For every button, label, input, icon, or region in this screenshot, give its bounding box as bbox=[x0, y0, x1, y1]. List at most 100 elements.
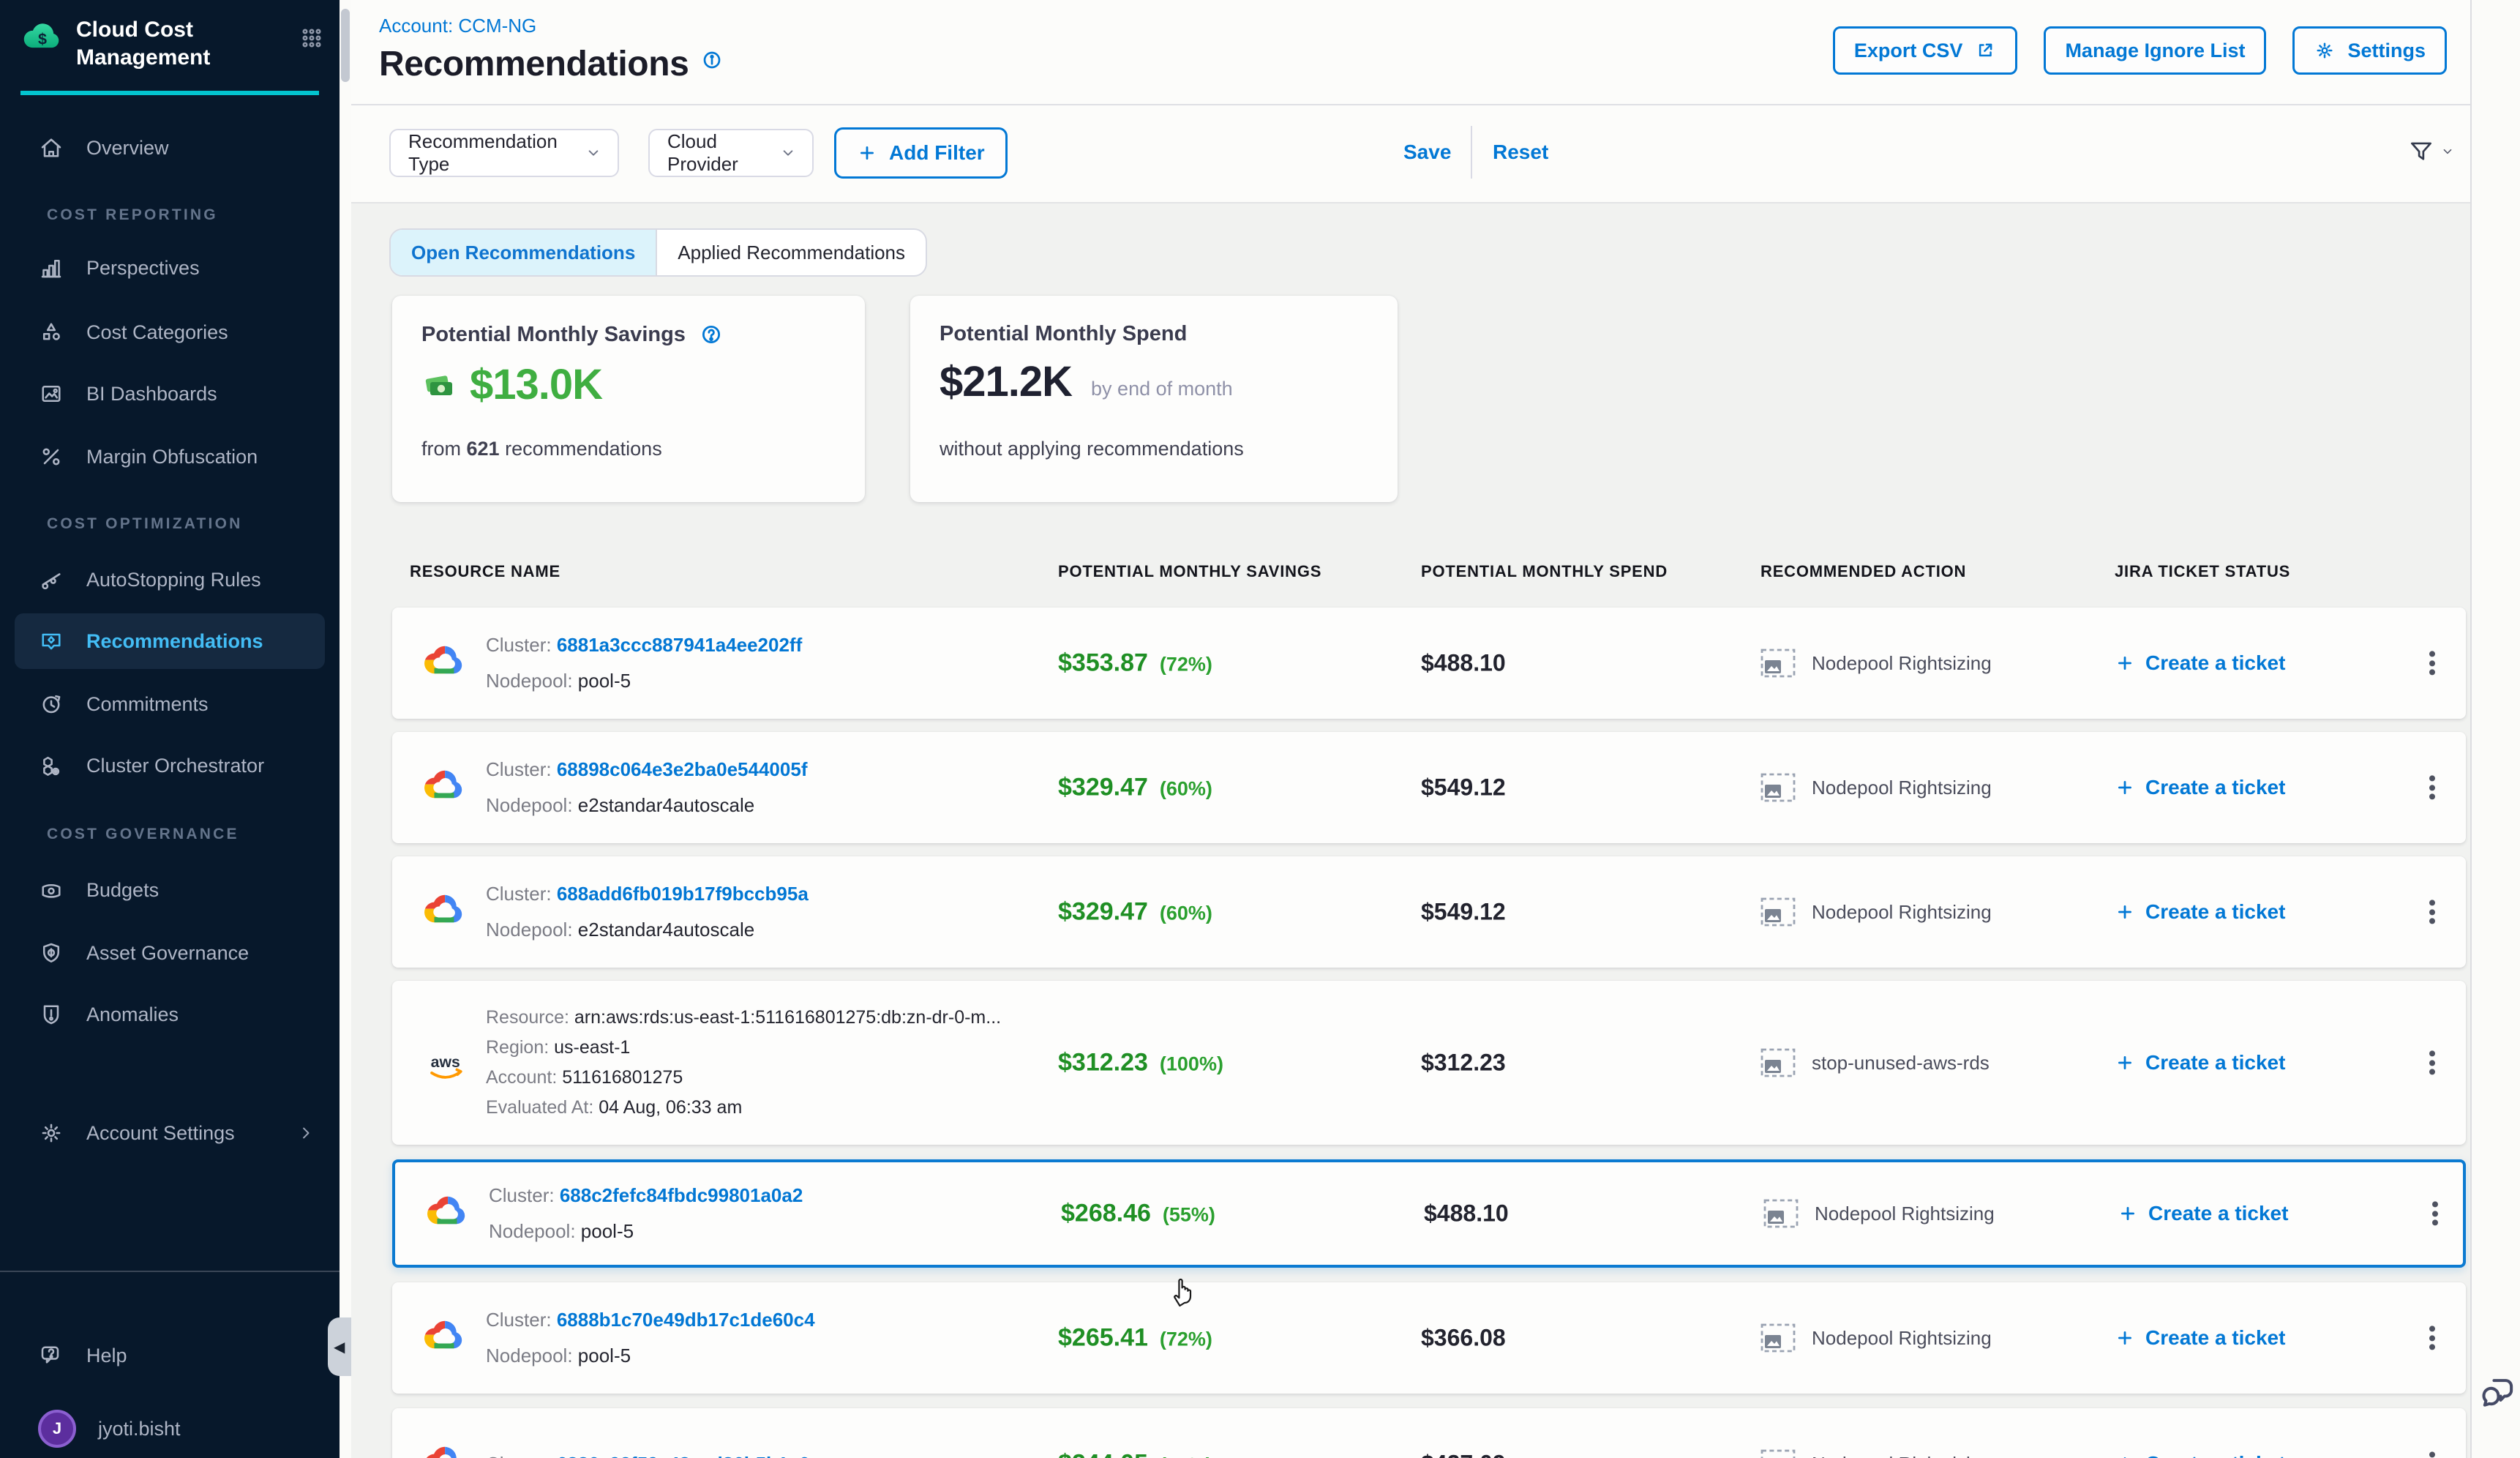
cloud-provider-dropdown[interactable]: Cloud Provider bbox=[648, 129, 814, 177]
resource-name-cell: Cluster: 688c2fefc84fbdc99801a0a2Nodepoo… bbox=[489, 1162, 803, 1265]
cluster-link[interactable]: 688c2fefc84fbdc99801a0a2 bbox=[560, 1184, 803, 1206]
create-ticket-link[interactable]: Create a ticket bbox=[2115, 1452, 2285, 1458]
save-filter-link[interactable]: Save bbox=[1403, 141, 1451, 164]
resource-name-cell: Cluster: 6881a3ccc887941a4ee202ff Nodepoo… bbox=[486, 608, 802, 719]
sidebar-item-asset-governance[interactable]: Asset Governance bbox=[15, 925, 325, 981]
potential-monthly-savings-card: Potential Monthly Savings $13.0K from 62… bbox=[392, 296, 865, 502]
cluster-link[interactable]: 6886e92f59a48cad86b5b1c6 bbox=[557, 1453, 810, 1458]
page-title: Recommendations bbox=[379, 44, 689, 84]
sidebar-item-commitments[interactable]: Commitments bbox=[15, 676, 325, 732]
chevron-down-icon bbox=[2435, 143, 2456, 160]
recommendation-row[interactable]: awsResource: arn:aws:rds:us-east-1:51161… bbox=[392, 981, 2466, 1145]
sidebar-scrollbar[interactable] bbox=[341, 9, 350, 82]
reset-filter-link[interactable]: Reset bbox=[1493, 141, 1548, 164]
gear-icon bbox=[38, 1120, 64, 1146]
row-menu-kebab-icon[interactable] bbox=[2423, 1192, 2447, 1235]
app-window: $ Cloud Cost Management OverviewCOST REP… bbox=[0, 0, 2520, 1458]
sidebar-item-margin-obfuscation[interactable]: Margin Obfuscation bbox=[15, 429, 325, 485]
sidebar-item-budgets[interactable]: Budgets bbox=[15, 862, 325, 918]
tab-applied-recommendations[interactable]: Applied Recommendations bbox=[657, 230, 926, 275]
resource-line: Nodepool: pool-5 bbox=[486, 670, 802, 692]
resource-line: Resource: arn:aws:rds:us-east-1:51161680… bbox=[486, 1007, 1001, 1028]
recommended-action-cell: Nodepool Rightsizing bbox=[1760, 1449, 1992, 1458]
gear-icon bbox=[2314, 40, 2336, 61]
manage-ignore-list-button[interactable]: Manage Ignore List bbox=[2044, 26, 2266, 75]
cluster-link[interactable]: 6888b1c70e49db17c1de60c4 bbox=[557, 1309, 815, 1331]
gcp-logo-icon bbox=[424, 1317, 465, 1358]
row-menu-kebab-icon[interactable] bbox=[2420, 1316, 2444, 1359]
tab-open-recommendations[interactable]: Open Recommendations bbox=[391, 230, 657, 275]
row-menu-kebab-icon[interactable] bbox=[2420, 641, 2444, 684]
info-icon[interactable] bbox=[700, 48, 724, 72]
export-csv-button[interactable]: Export CSV bbox=[1833, 26, 2018, 75]
column-recommended-action: RECOMMENDED ACTION bbox=[1760, 562, 1966, 581]
sidebar-item-perspectives[interactable]: Perspectives bbox=[15, 240, 325, 296]
create-ticket-link[interactable]: Create a ticket bbox=[2115, 1051, 2285, 1074]
sidebar-item-help[interactable]: Help bbox=[15, 1328, 325, 1383]
create-ticket-link[interactable]: Create a ticket bbox=[2115, 900, 2285, 924]
perspectives-icon bbox=[38, 255, 64, 281]
column-jira-ticket-status: JIRA TICKET STATUS bbox=[2115, 562, 2290, 581]
resource-name-cell: Cluster: 6888b1c70e49db17c1de60c4Nodepoo… bbox=[486, 1282, 815, 1394]
create-ticket-link[interactable]: Create a ticket bbox=[2118, 1202, 2288, 1225]
row-menu-kebab-icon[interactable] bbox=[2420, 1041, 2444, 1084]
recommended-action-cell: Nodepool Rightsizing bbox=[1760, 1323, 1992, 1353]
sidebar-item-autostopping-rules[interactable]: AutoStopping Rules bbox=[15, 552, 325, 608]
recommendation-row[interactable]: Cluster: 688add6fb019b17f9bccb95aNodepoo… bbox=[392, 856, 2466, 968]
rightsizing-icon bbox=[1763, 1199, 1799, 1228]
spend-value: $21.2K bbox=[940, 357, 1072, 406]
sidebar-section-header: COST GOVERNANCE bbox=[47, 826, 239, 846]
sidebar-item-overview[interactable]: Overview bbox=[15, 120, 325, 176]
cluster-link[interactable]: 688add6fb019b17f9bccb95a bbox=[557, 883, 809, 905]
resource-line: Region: us-east-1 bbox=[486, 1037, 1001, 1058]
question-icon[interactable] bbox=[699, 322, 724, 347]
sidebar-item-recommendations[interactable]: Recommendations bbox=[15, 613, 325, 669]
potential-monthly-spend-value: $427.09 bbox=[1421, 1451, 1506, 1458]
sidebar-section-header: COST REPORTING bbox=[47, 206, 218, 227]
chevron-down-icon bbox=[572, 143, 603, 162]
resource-line: Cluster: 68898c064e3e2ba0e544005f bbox=[486, 758, 807, 781]
right-scroll-rail[interactable] bbox=[2470, 0, 2520, 1458]
potential-monthly-spend-value: $488.10 bbox=[1421, 650, 1506, 677]
breadcrumb-account-link[interactable]: Account: CCM-NG bbox=[379, 15, 536, 37]
sidebar-item-user[interactable]: J jyoti.bisht bbox=[15, 1401, 325, 1457]
create-ticket-link[interactable]: Create a ticket bbox=[2115, 776, 2285, 799]
recommendation-type-dropdown[interactable]: Recommendation Type bbox=[389, 129, 619, 177]
recommendation-row[interactable]: Cluster: 688c2fefc84fbdc99801a0a2Nodepoo… bbox=[392, 1159, 2466, 1268]
user-avatar: J bbox=[38, 1410, 76, 1448]
row-menu-kebab-icon[interactable] bbox=[2420, 890, 2444, 933]
module-grid-icon[interactable] bbox=[299, 25, 325, 51]
resource-name-cell: Resource: arn:aws:rds:us-east-1:51161680… bbox=[486, 981, 1001, 1145]
sidebar-item-cluster-orchestrator[interactable]: Cluster Orchestrator bbox=[15, 738, 325, 793]
gcp-logo-icon bbox=[424, 891, 465, 932]
settings-button[interactable]: Settings bbox=[2292, 26, 2447, 75]
create-ticket-link[interactable]: Create a ticket bbox=[2115, 651, 2285, 675]
header-divider bbox=[351, 104, 2470, 105]
recommendation-row[interactable]: Cluster: 68898c064e3e2ba0e544005f Nodepoo… bbox=[392, 732, 2466, 843]
sidebar-item-account-settings[interactable]: Account Settings bbox=[15, 1105, 325, 1161]
cluster-link[interactable]: 6881a3ccc887941a4ee202ff bbox=[557, 634, 802, 656]
resource-line: Cluster: 6881a3ccc887941a4ee202ff bbox=[486, 634, 802, 657]
potential-monthly-savings-value: $244.05(57%) bbox=[1058, 1450, 1212, 1458]
recommended-action-cell: Nodepool Rightsizing bbox=[1760, 773, 1992, 802]
add-filter-button[interactable]: Add Filter bbox=[834, 127, 1008, 179]
sidebar-item-cost-categories[interactable]: Cost Categories bbox=[15, 304, 325, 360]
create-ticket-link[interactable]: Create a ticket bbox=[2115, 1326, 2285, 1350]
cluster-link[interactable]: 68898c064e3e2ba0e544005f bbox=[557, 758, 808, 780]
filter-panel-toggle[interactable] bbox=[2407, 138, 2456, 165]
chevron-down-icon bbox=[767, 143, 798, 162]
recommendation-row[interactable]: Cluster: 6881a3ccc887941a4ee202ff Nodepoo… bbox=[392, 608, 2466, 719]
sidebar-item-anomalies[interactable]: Anomalies bbox=[15, 987, 325, 1042]
funnel-icon bbox=[2407, 138, 2435, 165]
potential-monthly-savings-value: $329.47(60%) bbox=[1058, 774, 1212, 802]
app-title: Cloud Cost Management bbox=[76, 16, 249, 71]
rightsizing-icon bbox=[1760, 1323, 1796, 1353]
help-chat-icon bbox=[38, 1342, 64, 1369]
row-menu-kebab-icon[interactable] bbox=[2420, 1442, 2444, 1458]
sidebar-item-bi-dashboards[interactable]: BI Dashboards bbox=[15, 366, 325, 422]
recommendation-row[interactable]: Cluster: 6888b1c70e49db17c1de60c4Nodepoo… bbox=[392, 1282, 2466, 1394]
row-menu-kebab-icon[interactable] bbox=[2420, 766, 2444, 809]
gcp-logo-icon bbox=[424, 643, 465, 684]
support-chat-icon[interactable] bbox=[2478, 1373, 2517, 1413]
recommendation-row[interactable]: Cluster: 6886e92f59a48cad86b5b1c6$244.05… bbox=[392, 1408, 2466, 1458]
